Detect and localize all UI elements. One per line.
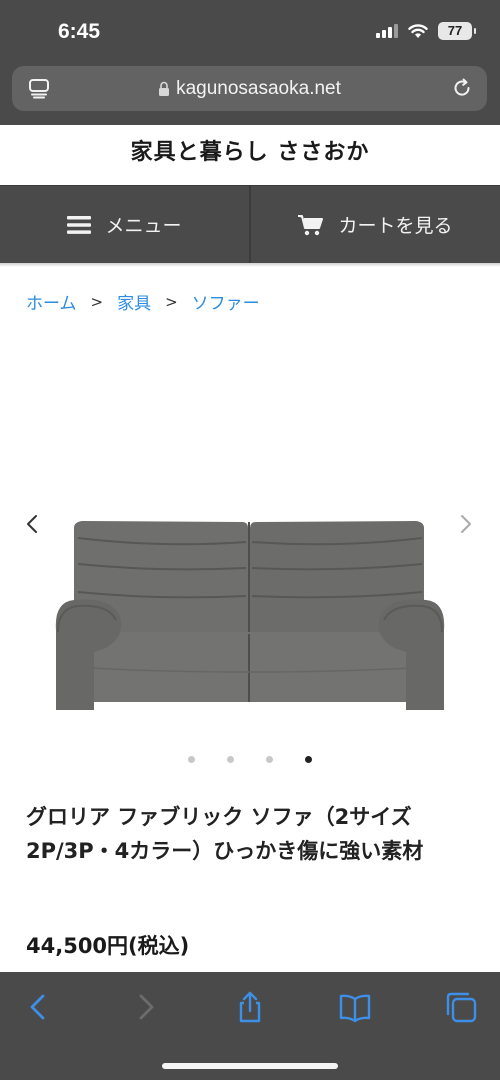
product-price: 44,500円(税込) xyxy=(26,934,190,958)
view-cart-button[interactable]: カートを見る xyxy=(249,186,500,263)
product-gallery xyxy=(0,440,500,740)
breadcrumb: ホーム > 家具 > ソファー xyxy=(26,289,260,315)
back-icon[interactable] xyxy=(22,990,56,1024)
tabs-overview-icon[interactable] xyxy=(444,990,478,1024)
battery-indicator: 77 xyxy=(438,22,476,40)
site-nav: メニュー カートを見る xyxy=(0,185,500,263)
bookmarks-icon[interactable] xyxy=(338,990,372,1024)
breadcrumb-furniture[interactable]: 家具 xyxy=(117,289,151,314)
menu-button[interactable]: メニュー xyxy=(0,186,249,263)
breadcrumb-separator: > xyxy=(90,292,104,311)
gallery-dot[interactable] xyxy=(227,756,234,763)
cellular-signal-icon xyxy=(376,24,398,38)
reload-icon[interactable] xyxy=(451,77,473,99)
status-icons: 77 xyxy=(376,22,476,40)
gallery-pagination xyxy=(0,756,500,763)
menu-label: メニュー xyxy=(105,215,182,237)
chevron-right-icon[interactable] xyxy=(458,512,474,536)
gallery-dot-active[interactable] xyxy=(305,756,312,763)
browser-chrome: 6:45 77 kagunosasaoka.net xyxy=(0,0,500,125)
nav-shadow xyxy=(0,263,500,267)
status-time: 6:45 xyxy=(58,20,101,43)
site-title[interactable]: 家具と暮らし ささおか xyxy=(0,125,500,166)
product-image[interactable] xyxy=(50,480,450,710)
cart-label: カートを見る xyxy=(338,215,453,237)
gallery-dot[interactable] xyxy=(188,756,195,763)
wifi-icon xyxy=(408,23,428,38)
forward-icon[interactable] xyxy=(128,990,162,1024)
gallery-dot[interactable] xyxy=(266,756,273,763)
lock-icon xyxy=(159,81,170,96)
breadcrumb-sofa[interactable]: ソファー xyxy=(192,289,260,314)
cart-icon xyxy=(298,214,324,235)
site-header: 家具と暮らし ささおか xyxy=(0,125,500,185)
breadcrumb-home[interactable]: ホーム xyxy=(26,289,77,314)
status-bar: 6:45 77 xyxy=(0,0,500,62)
address-bar[interactable]: kagunosasaoka.net xyxy=(12,66,487,111)
url-display[interactable]: kagunosasaoka.net xyxy=(12,66,487,111)
url-text: kagunosasaoka.net xyxy=(176,77,341,99)
home-indicator xyxy=(162,1063,338,1069)
product-title: グロリア ファブリック ソファ（2サイズ 2P/3P・4カラー）ひっかき傷に強い… xyxy=(26,805,424,863)
chevron-left-icon[interactable] xyxy=(24,512,40,536)
share-icon[interactable] xyxy=(233,990,267,1024)
breadcrumb-separator: > xyxy=(165,292,178,311)
menu-icon xyxy=(67,215,92,234)
